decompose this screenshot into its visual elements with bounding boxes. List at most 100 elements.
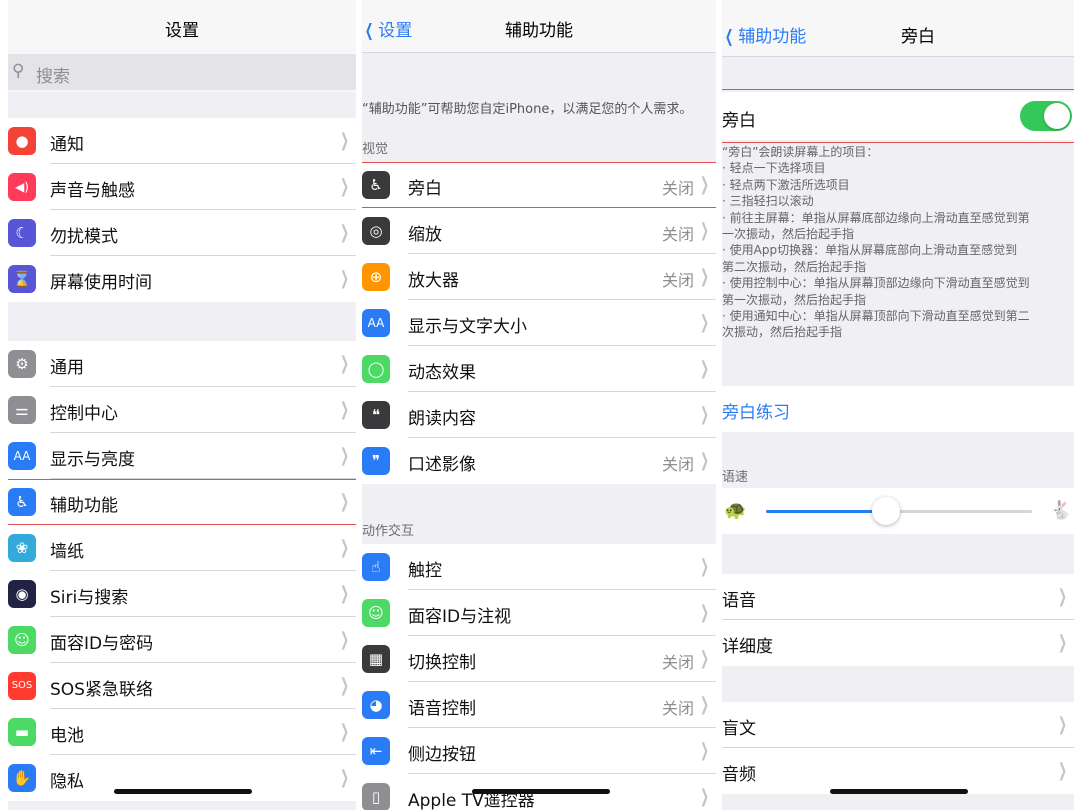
siri-icon: ◉: [8, 580, 36, 608]
list-row-rows_a-1[interactable]: 详细度 ❯: [722, 620, 1074, 666]
row-label: 音频: [722, 765, 756, 785]
row-value: 关闭: [661, 653, 694, 672]
list-row-1[interactable]: ☺ 面容ID与注视 ❯: [362, 590, 716, 636]
chevron-left-icon: ❮: [724, 27, 734, 47]
list-row-0[interactable]: ● 通知 ❯: [8, 118, 356, 164]
list-row-0[interactable]: ⚙ 通用 ❯: [8, 341, 356, 387]
list-row-5[interactable]: ❝ 朗读内容 ❯: [362, 392, 716, 438]
row-label: 控制中心: [50, 404, 118, 424]
search-input[interactable]: 搜索: [36, 62, 70, 87]
list-row-2[interactable]: ▦ 切换控制 关闭 ❯: [362, 636, 716, 682]
row-label: 辅助功能: [50, 496, 118, 516]
rabbit-icon: 🐇: [1049, 500, 1072, 521]
list-row-9[interactable]: ✋ 隐私 ❯: [8, 755, 356, 801]
row-label: Siri与搜索: [50, 588, 129, 608]
chevron-right-icon: ❯: [339, 537, 349, 558]
list-row-4[interactable]: ◯ 动态效果 ❯: [362, 346, 716, 392]
list-row-6[interactable]: ☺ 面容ID与密码 ❯: [8, 617, 356, 663]
list-row-2[interactable]: ⊕ 放大器 关闭 ❯: [362, 254, 716, 300]
chevron-right-icon: ❯: [699, 404, 709, 425]
speech-bubble-icon: ❝: [362, 401, 390, 429]
list-row-0[interactable]: ♿ 旁白 关闭 ❯: [362, 162, 716, 208]
list-row-6[interactable]: ❞ 口述影像 关闭 ❯: [362, 438, 716, 484]
chevron-right-icon: ❯: [699, 312, 709, 333]
row-label: 动态效果: [408, 363, 476, 383]
accessibility-icon: ♿: [8, 488, 36, 516]
chevron-right-icon: ❯: [699, 358, 709, 379]
row-label: 屏幕使用时间: [50, 273, 152, 293]
chevron-right-icon: ❯: [699, 694, 709, 715]
voiceover-panel: ❮ 辅助功能 旁白 旁白 “旁白”会朗读屏幕上的项目： · 轻点一下选择项目 · 轻点…: [722, 0, 1074, 810]
list-row-1[interactable]: ◀) 声音与触感 ❯: [8, 164, 356, 210]
motion-icon: ◯: [362, 355, 390, 383]
description-line: 一次振动，然后抬起手指: [722, 227, 855, 242]
chevron-right-icon: ❯: [699, 266, 709, 287]
settings-panel: 设置 ⚲ 搜索 ● 通知 ❯ ◀) 声音与触感 ❯ ☾ 勿扰模式 ❯ ⌛ 屏幕使用时间 ❯ ⚙ 通用 ❯ ⚌…: [8, 0, 356, 810]
list-row-rows_a-0[interactable]: 语音 ❯: [722, 574, 1074, 620]
voiceover-practice-link[interactable]: 旁白练习: [722, 398, 790, 423]
list-row-1[interactable]: ◎ 缩放 关闭 ❯: [362, 208, 716, 254]
row-label: 缩放: [408, 225, 442, 245]
list-row-3[interactable]: ♿ 辅助功能 ❯: [8, 479, 356, 525]
chevron-right-icon: ❯: [1057, 760, 1067, 781]
list-row-7[interactable]: SOS SOS紧急联络 ❯: [8, 663, 356, 709]
zoom-icon: ◎: [362, 217, 390, 245]
list-row-4[interactable]: ⇤ 侧边按钮 ❯: [362, 728, 716, 774]
highlight-line: [362, 162, 716, 163]
chevron-right-icon: ❯: [339, 399, 349, 420]
list-row-1[interactable]: ⚌ 控制中心 ❯: [8, 387, 356, 433]
chevron-right-icon: ❯: [339, 675, 349, 696]
voiceover-toggle-label: 旁白: [722, 111, 756, 131]
slider-fill: [766, 510, 886, 513]
list-row-rows_b-1[interactable]: 音频 ❯: [722, 748, 1074, 794]
settings-navbar: 设置: [8, 0, 356, 52]
chevron-right-icon: ❯: [699, 450, 709, 471]
home-indicator: [114, 789, 252, 794]
home-indicator: [830, 789, 968, 794]
list-row-4[interactable]: ❀ 墙纸 ❯: [8, 525, 356, 571]
gear-icon: ⚙: [8, 350, 36, 378]
chevron-right-icon: ❯: [339, 721, 349, 742]
description-line: · 使用控制中心：单指从屏幕顶部边缘向下滑动直至感觉到: [722, 276, 1030, 291]
face-id-icon: ☺: [362, 599, 390, 627]
chevron-right-icon: ❯: [1057, 632, 1067, 653]
speaking-rate-label: 语速: [722, 470, 749, 485]
chevron-right-icon: ❯: [339, 176, 349, 197]
row-label: 语音控制: [408, 699, 476, 719]
list-row-0[interactable]: ☝ 触控 ❯: [362, 544, 716, 590]
speaking-rate-slider[interactable]: 🐢 🐇: [722, 488, 1074, 534]
list-row-3[interactable]: ◕ 语音控制 关闭 ❯: [362, 682, 716, 728]
row-label: 通知: [50, 135, 84, 155]
list-row-rows_b-0[interactable]: 盲文 ❯: [722, 702, 1074, 748]
row-label: 触控: [408, 561, 442, 581]
chevron-right-icon: ❯: [339, 629, 349, 650]
speaker-icon: ◀): [8, 173, 36, 201]
description-line: 次振动，然后抬起手指: [722, 325, 843, 340]
row-value: 关闭: [661, 225, 694, 244]
voiceover-toggle[interactable]: [1020, 101, 1072, 131]
chevron-right-icon: ❯: [339, 222, 349, 243]
row-label: 通用: [50, 358, 84, 378]
list-row-3[interactable]: AA 显示与文字大小 ❯: [362, 300, 716, 346]
list-row-2[interactable]: ☾ 勿扰模式 ❯: [8, 210, 356, 256]
chevron-right-icon: ❯: [339, 445, 349, 466]
hourglass-icon: ⌛: [8, 265, 36, 293]
voiceover-practice-row[interactable]: 旁白练习: [722, 386, 1074, 432]
description-line: · 使用通知中心：单指从屏幕顶部向下滑动直至感觉到第二: [722, 309, 1030, 324]
chevron-right-icon: ❯: [339, 583, 349, 604]
list-row-3[interactable]: ⌛ 屏幕使用时间 ❯: [8, 256, 356, 302]
search-bar[interactable]: ⚲ 搜索: [8, 52, 356, 92]
highlight-line: [8, 479, 356, 480]
list-row-8[interactable]: ▬ 电池 ❯: [8, 709, 356, 755]
list-row-5[interactable]: ◉ Siri与搜索 ❯: [8, 571, 356, 617]
search-icon: ⚲: [12, 61, 25, 81]
description-line: · 轻点一下选择项目: [722, 161, 826, 176]
slider-thumb[interactable]: [871, 497, 900, 525]
row-label: 显示与亮度: [50, 450, 135, 470]
list-row-2[interactable]: AA 显示与亮度 ❯: [8, 433, 356, 479]
row-label: 旁白: [408, 179, 442, 199]
notification-icon: ●: [8, 127, 36, 155]
chevron-right-icon: ❯: [699, 556, 709, 577]
audio-description-icon: ❞: [362, 447, 390, 475]
row-label: 切换控制: [408, 653, 476, 673]
